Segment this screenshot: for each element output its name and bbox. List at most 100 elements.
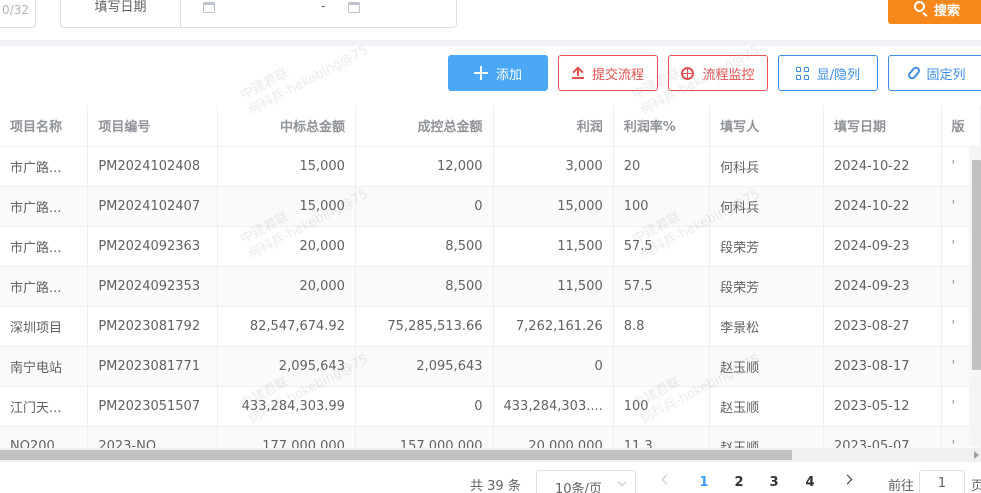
goto-suffix: 页 (971, 479, 981, 493)
table-cell (613, 346, 711, 387)
table-cell: 11,500 (493, 226, 614, 267)
table-grid: 项目名称 项目编号 中标总金额 成控总金额 利润 利润率% 填写人 填写日期 版… (0, 106, 981, 448)
scroll-right-arrow-icon[interactable] (974, 451, 979, 459)
page-number[interactable]: 4 (800, 475, 820, 490)
vertical-scrollbar-thumb[interactable] (972, 160, 981, 370)
table-row[interactable]: 江门天... PM2023051507 433,284,303.99 0 433,284… (0, 386, 981, 427)
table-cell: 11.3 (613, 426, 711, 448)
table-cell: 市广路... (0, 146, 89, 187)
table-row[interactable]: 南宁电站 PM2023081771 2,095,643 2,095,643 0 赵玉顺 20… (0, 346, 981, 387)
search-icon (914, 1, 925, 12)
table-cell: 何科兵 (709, 146, 824, 187)
prev-page-icon[interactable] (661, 474, 672, 485)
keyword-input[interactable]: 0/32 (0, 0, 36, 28)
table-cell: 15,000 (493, 186, 614, 227)
table-cell: PM2023081771 (87, 346, 218, 387)
date-range-picker[interactable]: 填写日期 - (60, 0, 457, 28)
table-row[interactable]: 市广路... PM2024102407 15,000 0 15,000 100 何科兵 202… (0, 186, 981, 227)
table-cell: 11,500 (493, 266, 614, 307)
table-cell: 2024-10-22 (823, 186, 942, 227)
column-header[interactable]: 利润 (493, 106, 614, 147)
next-page-icon[interactable] (842, 474, 853, 485)
table-header-row: 项目名称 项目编号 中标总金额 成控总金额 利润 利润率% 填写人 填写日期 版 (0, 106, 981, 147)
table-cell: 深圳项目 (0, 306, 89, 347)
target-icon (681, 66, 695, 80)
submit-flow-label: 提交流程 (591, 67, 644, 83)
chevron-down-icon (617, 477, 627, 487)
column-header[interactable]: 项目名称 (0, 106, 89, 147)
table-cell: PM2023051507 (87, 386, 218, 427)
fix-columns-button[interactable]: 固定列 (888, 55, 981, 91)
table-row[interactable]: NO200... 2023-NO... 177,000,000 157,000,000… (0, 426, 981, 448)
table-cell: 82,547,674.92 (217, 306, 356, 347)
search-button[interactable]: 搜索 (888, 0, 981, 24)
monitor-flow-label: 流程监控 (702, 67, 755, 83)
table-cell: 0 (355, 386, 494, 427)
goto-label: 前往 (888, 479, 915, 493)
upload-icon (571, 67, 584, 79)
table-cell: 段荣芳 (709, 226, 824, 267)
page-number[interactable]: 1 (694, 475, 714, 490)
table-cell: 433,284,303.99 (217, 386, 356, 427)
goto-page-input[interactable]: 1 (919, 470, 965, 493)
data-table: 项目名称 项目编号 中标总金额 成控总金额 利润 利润率% 填写人 填写日期 版… (0, 106, 981, 448)
table-cell: 57.5 (613, 266, 711, 307)
column-header[interactable]: 版 (941, 106, 981, 147)
char-counter: 0/32 (2, 3, 29, 17)
table-cell: 李景松 (709, 306, 824, 347)
table-cell: 何科兵 (709, 186, 824, 227)
table-cell: 2024-09-23 (823, 226, 942, 267)
table-cell: PM2024092353 (87, 266, 218, 307)
page-size-value: 10条/页 (555, 482, 602, 493)
table-row[interactable]: 市广路... PM2024092363 20,000 8,500 11,500 57.5 段… (0, 226, 981, 267)
table-cell: 2023-05-07 (823, 426, 942, 448)
table-cell: 江门天... (0, 386, 89, 427)
table-cell: 段荣芳 (709, 266, 824, 307)
table-cell: 7,262,161.26 (493, 306, 614, 347)
column-header[interactable]: 填写日期 (823, 106, 942, 147)
column-header[interactable]: 成控总金额 (355, 106, 494, 147)
calendar-icon[interactable] (203, 2, 215, 13)
table-cell: 15,000 (217, 146, 356, 187)
date-range-label: 填写日期 (61, 0, 181, 27)
add-button[interactable]: 添加 (448, 55, 548, 91)
table-row[interactable]: 市广路... PM2024102408 15,000 12,000 3,000 20 何科兵… (0, 146, 981, 187)
toggle-columns-label: 显/隐列 (816, 67, 861, 83)
table-cell: 57.5 (613, 226, 711, 267)
table-cell: 市广路... (0, 226, 89, 267)
table-row[interactable]: 市广路... PM2024092353 20,000 8,500 11,500 57.5 段… (0, 266, 981, 307)
monitor-flow-button[interactable]: 流程监控 (668, 55, 768, 91)
table-cell: 南宁电站 (0, 346, 89, 387)
table-cell: 2023-NO... (87, 426, 218, 448)
table-cell: 赵玉顺 (709, 346, 824, 387)
page-number[interactable]: 3 (764, 475, 784, 490)
column-header[interactable]: 中标总金额 (217, 106, 356, 147)
table-cell: 2023-05-12 (823, 386, 942, 427)
column-header[interactable]: 项目编号 (87, 106, 218, 147)
page-number[interactable]: 2 (729, 475, 749, 490)
total-count: 共 39 条 (470, 479, 521, 493)
column-header[interactable]: 利润率% (613, 106, 711, 147)
calendar-icon[interactable] (348, 2, 360, 13)
table-cell: 2024-09-23 (823, 266, 942, 307)
table-cell: 75,285,513.66 (355, 306, 494, 347)
table-cell: 赵玉顺 (709, 386, 824, 427)
table-cell: 0 (493, 346, 614, 387)
table-cell: 20,000,000 (493, 426, 614, 448)
search-bar: 0/32 填写日期 - 搜索 (0, 0, 981, 36)
submit-flow-button[interactable]: 提交流程 (558, 55, 658, 91)
toggle-columns-button[interactable]: 显/隐列 (778, 55, 878, 91)
table-cell: 8,500 (355, 226, 494, 267)
table-cell: PM2023081792 (87, 306, 218, 347)
horizontal-scrollbar-thumb[interactable] (0, 450, 792, 460)
table-row[interactable]: 深圳项目 PM2023081792 82,547,674.92 75,285,513.… (0, 306, 981, 347)
column-header[interactable]: 填写人 (709, 106, 824, 147)
table-cell: 20,000 (217, 266, 356, 307)
table-cell: 8,500 (355, 266, 494, 307)
plus-icon (473, 66, 488, 80)
table-cell: 赵玉顺 (709, 426, 824, 448)
table-cell: 0 (355, 186, 494, 227)
horizontal-scrollbar[interactable] (0, 448, 981, 462)
table-cell: 市广路... (0, 186, 89, 227)
page-size-select[interactable]: 10条/页 (536, 470, 636, 493)
